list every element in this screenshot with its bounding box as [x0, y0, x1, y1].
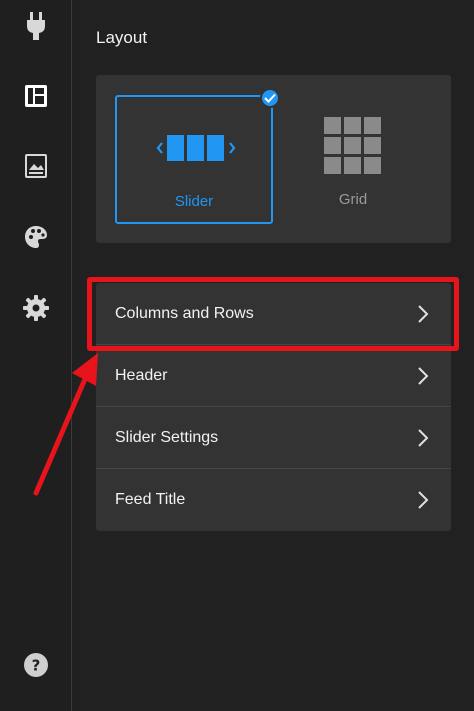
svg-text:?: ?: [32, 657, 41, 675]
gear-icon[interactable]: [21, 293, 51, 323]
menu-item-label: Header: [115, 366, 168, 384]
slider-icon: [156, 135, 236, 161]
main-panel: Layout Slider Grid Columns and Rows Head…: [73, 0, 474, 711]
menu-item-label: Feed Title: [115, 491, 186, 508]
slider-label: Slider: [174, 193, 214, 210]
grid-icon: [324, 117, 381, 174]
image-icon[interactable]: [21, 151, 51, 181]
menu-item-feed-title[interactable]: Feed Title: [96, 469, 451, 531]
chevron-right-icon: [418, 491, 429, 509]
help-icon[interactable]: ?: [21, 650, 51, 680]
grid-label: Grid: [338, 191, 368, 208]
chevron-right-icon: [418, 367, 429, 385]
section-title: Layout: [96, 28, 148, 47]
sidebar: ?: [0, 0, 72, 711]
menu-item-slider-settings[interactable]: Slider Settings: [96, 407, 451, 469]
menu-item-header[interactable]: Header: [96, 345, 451, 407]
layout-icon[interactable]: [21, 81, 51, 111]
palette-icon[interactable]: [21, 222, 51, 252]
plug-icon[interactable]: [21, 11, 51, 41]
highlight-box: [87, 277, 459, 351]
layout-options-card: Slider Grid: [96, 75, 451, 243]
chevron-right-icon: [418, 429, 429, 447]
layout-option-slider[interactable]: Slider: [115, 88, 280, 224]
menu-item-label: Slider Settings: [115, 428, 219, 446]
layout-option-grid[interactable]: Grid: [274, 95, 432, 224]
